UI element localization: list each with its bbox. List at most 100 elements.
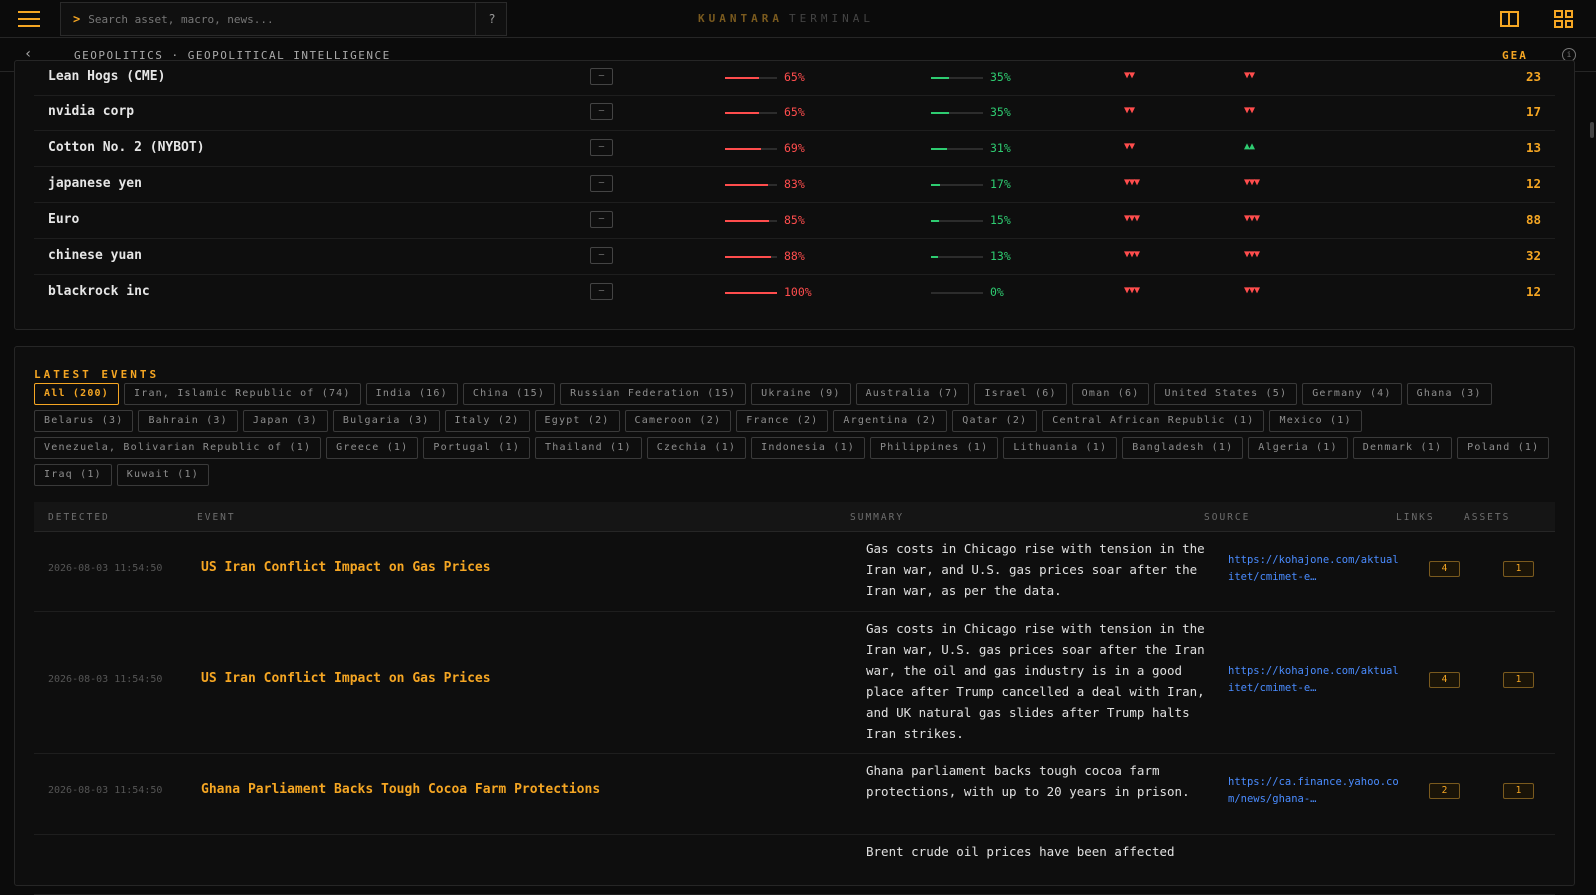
bear-pct: 100% [784, 285, 812, 299]
filter-chip[interactable]: Venezuela, Bolivarian Republic of (1) [34, 437, 322, 459]
links-count-badge[interactable]: 4 [1429, 672, 1460, 688]
filter-chip[interactable]: Mexico (1) [1269, 410, 1362, 432]
expand-button[interactable]: — [590, 247, 613, 264]
filter-chip[interactable]: Japan (3) [242, 410, 328, 432]
trend-arrows-icon: ▲▲ [1244, 141, 1255, 152]
bear-pct: 69% [784, 141, 805, 155]
event-row[interactable]: Brent crude oil prices have been affecte… [34, 835, 1555, 895]
filter-chip[interactable]: Germany (4) [1302, 383, 1402, 405]
search-box[interactable]: > [60, 2, 507, 36]
filter-chip[interactable]: Italy (2) [444, 410, 530, 432]
filter-chip[interactable]: Thailand (1) [535, 437, 642, 459]
asset-name[interactable]: nvidia corp [48, 104, 134, 119]
filter-chip[interactable]: Czechia (1) [646, 437, 747, 459]
event-title-link[interactable]: US Iran Conflict Impact on Gas Prices [201, 560, 491, 575]
filter-chip[interactable]: Kuwait (1) [116, 464, 209, 486]
help-button[interactable]: ? [475, 2, 508, 36]
assets-count-badge[interactable]: 1 [1503, 783, 1534, 799]
filter-chip[interactable]: Russian Federation (15) [560, 383, 747, 405]
scrollbar-thumb[interactable] [1590, 122, 1594, 138]
assets-count-badge[interactable]: 1 [1503, 672, 1534, 688]
filter-chip[interactable]: Israel (6) [974, 383, 1067, 405]
expand-button[interactable]: — [590, 139, 613, 156]
filter-chip[interactable]: Egypt (2) [534, 410, 620, 432]
col-links[interactable]: LINKS [1396, 512, 1435, 523]
filter-chip[interactable]: United States (5) [1154, 383, 1298, 405]
filter-chip[interactable]: Algeria (1) [1248, 437, 1348, 459]
filter-chip[interactable]: Ghana (3) [1406, 383, 1492, 405]
trend-arrows-icon: ▼▼▼ [1244, 249, 1260, 260]
menu-icon[interactable] [18, 11, 40, 27]
bull-pct: 15% [990, 213, 1011, 227]
filter-chip[interactable]: Cameroon (2) [624, 410, 732, 432]
filter-chip[interactable]: All (200) [34, 383, 119, 405]
expand-button[interactable]: — [590, 211, 613, 228]
grid-view-icon[interactable] [1554, 10, 1573, 28]
filter-chip[interactable]: Bahrain (3) [138, 410, 238, 432]
expand-button[interactable]: — [590, 68, 613, 85]
filter-chip[interactable]: Iraq (1) [34, 464, 112, 486]
filter-chip[interactable]: Bangladesh (1) [1122, 437, 1244, 459]
bear-pct: 88% [784, 249, 805, 263]
col-event[interactable]: EVENT [197, 512, 236, 523]
links-count-badge[interactable]: 2 [1429, 783, 1460, 799]
asset-name[interactable]: blackrock inc [48, 284, 150, 299]
filter-chip[interactable]: Belarus (3) [34, 410, 134, 432]
filter-chip[interactable]: France (2) [736, 410, 829, 432]
filter-chip[interactable]: Argentina (2) [833, 410, 948, 432]
asset-name[interactable]: Lean Hogs (CME) [48, 69, 165, 84]
event-row[interactable]: 2026-08-03 11:54:50 US Iran Conflict Impa… [34, 612, 1555, 754]
filter-chip[interactable]: Iran, Islamic Republic of (74) [124, 383, 361, 405]
event-detected-time: 2026-08-03 11:54:50 [48, 785, 163, 796]
asset-row[interactable]: nvidia corp — 65% 35% ▼▼ ▼▼ 17 [34, 95, 1555, 131]
col-detected[interactable]: DETECTED [48, 512, 110, 523]
asset-row[interactable]: chinese yuan — 88% 13% ▼▼▼ ▼▼▼ 32 [34, 239, 1555, 275]
col-assets[interactable]: ASSETS [1464, 512, 1510, 523]
event-row[interactable]: 2026-08-03 11:54:50 US Iran Conflict Impa… [34, 532, 1555, 612]
asset-row[interactable]: Lean Hogs (CME) — 65% 35% ▼▼ ▼▼ 23 [34, 60, 1555, 96]
bull-bar [931, 77, 983, 79]
filter-chip[interactable]: Greece (1) [326, 437, 419, 459]
bull-pct: 35% [990, 70, 1011, 84]
filter-chip[interactable]: Australia (7) [855, 383, 970, 405]
filter-chip[interactable]: Lithuania (1) [1003, 437, 1118, 459]
col-summary[interactable]: SUMMARY [850, 512, 904, 523]
event-title-link[interactable]: US Iran Conflict Impact on Gas Prices [201, 671, 491, 686]
event-title-link[interactable]: Ghana Parliament Backs Tough Cocoa Farm … [201, 782, 600, 797]
filter-chip[interactable]: Portugal (1) [423, 437, 531, 459]
filter-chip[interactable]: Central African Republic (1) [1042, 410, 1265, 432]
col-source[interactable]: SOURCE [1204, 512, 1250, 523]
expand-button[interactable]: — [590, 283, 613, 300]
filter-chip[interactable]: Philippines (1) [870, 437, 999, 459]
filter-chip[interactable]: Qatar (2) [952, 410, 1038, 432]
filter-chip[interactable]: India (16) [365, 383, 458, 405]
filter-chip[interactable]: China (15) [462, 383, 556, 405]
expand-button[interactable]: — [590, 175, 613, 192]
filter-chip[interactable]: Ukraine (9) [751, 383, 851, 405]
trend-arrows-icon: ▼▼ [1244, 105, 1255, 116]
event-source-link[interactable]: https://kohajone.com/aktualitet/cmimet-e… [1228, 552, 1400, 586]
asset-row[interactable]: japanese yen — 83% 17% ▼▼▼ ▼▼▼ 12 [34, 167, 1555, 203]
asset-name[interactable]: Euro [48, 212, 79, 227]
asset-name[interactable]: japanese yen [48, 176, 142, 191]
filter-chip[interactable]: Denmark (1) [1352, 437, 1453, 459]
expand-button[interactable]: — [590, 103, 613, 120]
event-row[interactable]: 2026-08-03 11:54:50 Ghana Parliament Back… [34, 754, 1555, 835]
filter-chip[interactable]: Poland (1) [1457, 437, 1550, 459]
bear-bar [725, 220, 777, 222]
split-view-icon[interactable] [1500, 11, 1519, 27]
asset-row[interactable]: Cotton No. 2 (NYBOT) — 69% 31% ▼▼ ▲▲ 13 [34, 131, 1555, 167]
asset-name[interactable]: Cotton No. 2 (NYBOT) [48, 140, 205, 155]
asset-row[interactable]: blackrock inc — 100% 0% ▼▼▼ ▼▼▼ 12 [34, 275, 1555, 311]
event-source-link[interactable]: https://kohajone.com/aktualitet/cmimet-e… [1228, 663, 1400, 697]
filter-chip[interactable]: Oman (6) [1071, 383, 1150, 405]
event-source-link[interactable]: https://ca.finance.yahoo.com/news/ghana-… [1228, 774, 1400, 808]
asset-row[interactable]: Euro — 85% 15% ▼▼▼ ▼▼▼ 88 [34, 203, 1555, 239]
filter-chip[interactable]: Bulgaria (3) [332, 410, 440, 432]
filter-chip[interactable]: Indonesia (1) [751, 437, 866, 459]
assets-count-badge[interactable]: 1 [1503, 561, 1534, 577]
search-input[interactable] [88, 12, 459, 26]
asset-score: 23 [1525, 69, 1541, 84]
links-count-badge[interactable]: 4 [1429, 561, 1460, 577]
asset-name[interactable]: chinese yuan [48, 248, 142, 263]
